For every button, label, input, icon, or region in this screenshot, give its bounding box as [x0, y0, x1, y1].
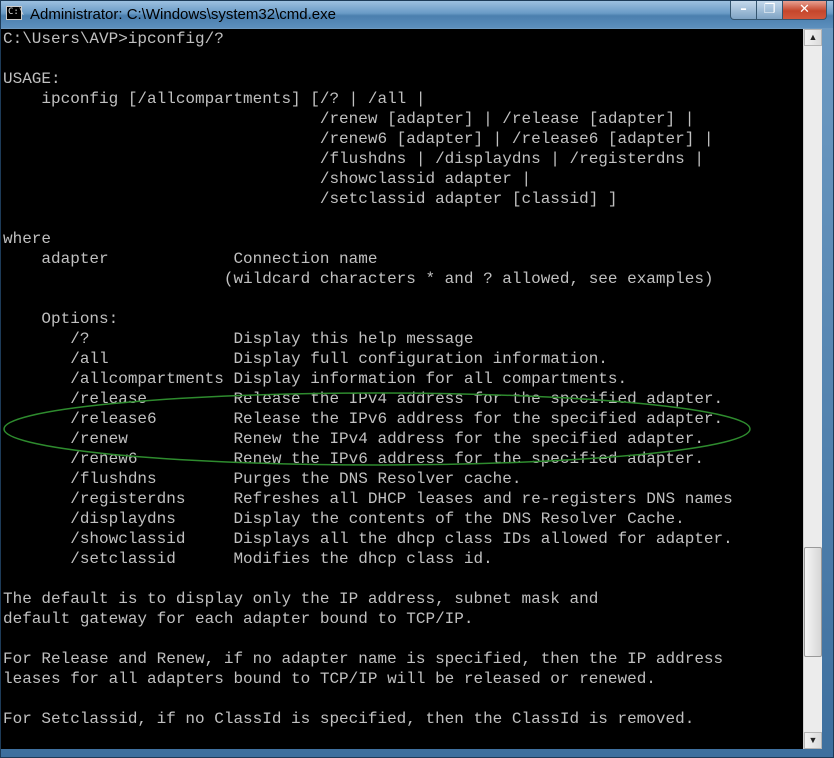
console-line: /flushdns | /displaydns | /registerdns |	[3, 150, 704, 168]
console-line: adapter Connection name	[3, 250, 378, 268]
console-line: where	[3, 230, 52, 248]
window-title: Administrator: C:\Windows\system32\cmd.e…	[30, 6, 336, 23]
scroll-up-button[interactable]: ▲	[804, 29, 822, 46]
console-line: /setclassid adapter [classid] ]	[3, 190, 618, 208]
console-line: /displaydns Display the contents of the …	[3, 510, 685, 528]
console-line: /showclassid adapter |	[3, 170, 532, 188]
vertical-scrollbar[interactable]: ▲ ▼	[803, 29, 822, 749]
close-button[interactable]: ✕	[783, 1, 827, 20]
console-line: leases for all adapters bound to TCP/IP …	[3, 670, 656, 688]
console-line: /renew Renew the IPv4 address for the sp…	[3, 430, 704, 448]
console-output[interactable]: C:\Users\AVP>ipconfig/? USAGE: ipconfig …	[1, 29, 803, 749]
console-line: /renew6 [adapter] | /release6 [adapter] …	[3, 130, 714, 148]
console-line: /setclassid Modifies the dhcp class id.	[3, 550, 493, 568]
console-line: /all Display full configuration informat…	[3, 350, 608, 368]
console-line: (wildcard characters * and ? allowed, se…	[3, 270, 714, 288]
console-line: The default is to display only the IP ad…	[3, 590, 599, 608]
scrollbar-thumb[interactable]	[804, 547, 822, 657]
minimize-button[interactable]: –	[730, 1, 757, 20]
console-line: For Release and Renew, if no adapter nam…	[3, 650, 724, 668]
console-line: For Setclassid, if no ClassId is specifi…	[3, 710, 695, 728]
console-line: /release6 Release the IPv6 address for t…	[3, 410, 724, 428]
scroll-down-button[interactable]: ▼	[804, 732, 822, 749]
console-line: USAGE:	[3, 70, 61, 88]
console-line: Options:	[3, 310, 119, 328]
console-line: /renew [adapter] | /release [adapter] |	[3, 110, 695, 128]
console-line: C:\Users\AVP>ipconfig/?	[3, 30, 224, 48]
console-line: /flushdns Purges the DNS Resolver cache.	[3, 470, 522, 488]
console-line: /? Display this help message	[3, 330, 474, 348]
console-line: default gateway for each adapter bound t…	[3, 610, 474, 628]
cmd-window: C:\ Administrator: C:\Windows\system32\c…	[0, 0, 834, 758]
console-line: /allcompartments Display information for…	[3, 370, 628, 388]
console-line: /registerdns Refreshes all DHCP leases a…	[3, 490, 733, 508]
console-line: /renew6 Renew the IPv6 address for the s…	[3, 450, 704, 468]
window-controls: – ❐ ✕	[730, 1, 827, 21]
console-line: /release Release the IPv4 address for th…	[3, 390, 724, 408]
console-line: /showclassid Displays all the dhcp class…	[3, 530, 733, 548]
console-text: C:\Users\AVP>ipconfig/? USAGE: ipconfig …	[3, 29, 733, 729]
maximize-button[interactable]: ❐	[757, 1, 783, 20]
cmd-app-icon[interactable]: C:\	[6, 6, 24, 20]
console-line: ipconfig [/allcompartments] [/? | /all |	[3, 90, 426, 108]
title-bar[interactable]: C:\ Administrator: C:\Windows\system32\c…	[1, 1, 833, 28]
